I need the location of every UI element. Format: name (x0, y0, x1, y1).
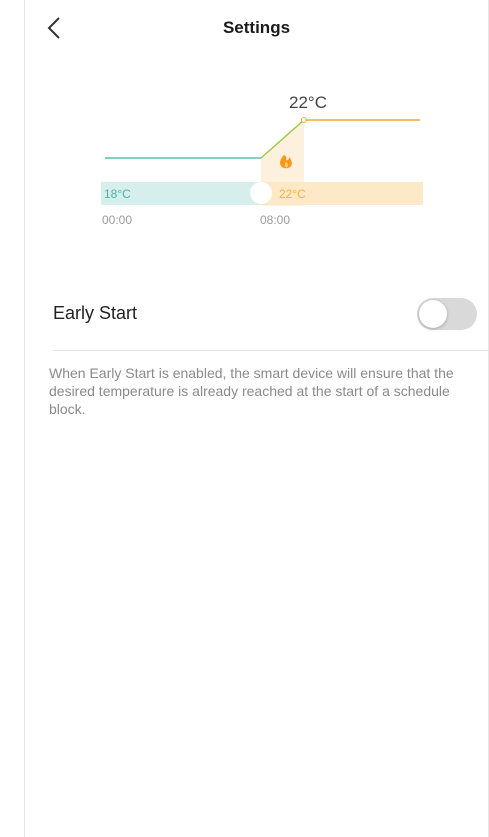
early-start-illustration: 22°C 18°C 22°C 00:00 08:00 (101, 93, 423, 227)
early-start-toggle[interactable] (417, 298, 477, 330)
time-start-label: 00:00 (102, 213, 132, 227)
target-temp-label: 22°C (289, 93, 327, 112)
toggle-knob (419, 300, 447, 328)
early-start-row: Early Start (25, 283, 489, 349)
page-title: Settings (222, 18, 291, 37)
nav-bar: Settings (25, 0, 488, 56)
early-start-description: When Early Start is enabled, the smart d… (49, 365, 454, 417)
settings-screen: Settings 22°C 18°C 22°C 00:00 08:00 Earl… (24, 0, 489, 837)
target-point (301, 117, 307, 123)
early-start-label: Early Start (53, 303, 138, 323)
switch-handle (250, 182, 272, 204)
time-switch-label: 08:00 (260, 213, 290, 227)
high-temp-label: 22°C (279, 187, 306, 201)
low-temp-label: 18°C (104, 187, 131, 201)
divider (53, 350, 489, 351)
